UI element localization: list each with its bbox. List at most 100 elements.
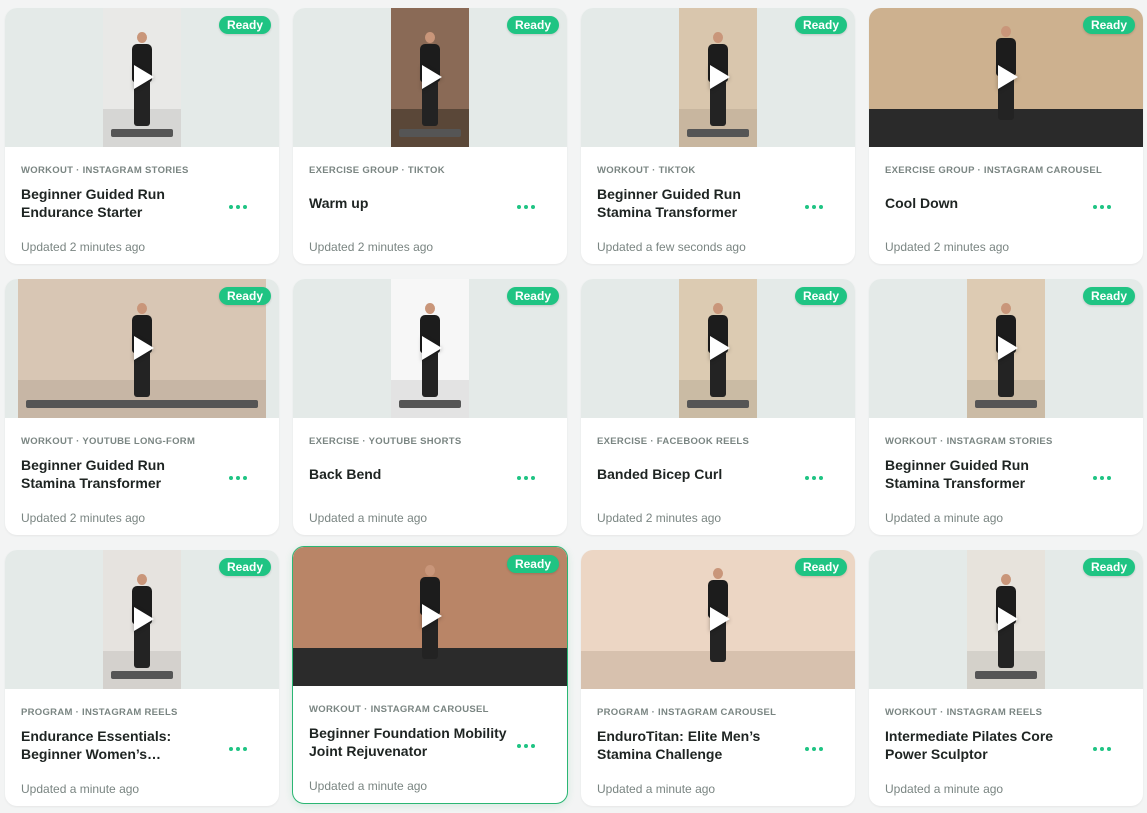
- play-icon[interactable]: [710, 607, 730, 631]
- athlete-head: [137, 32, 147, 43]
- play-icon[interactable]: [710, 336, 730, 360]
- video-thumbnail[interactable]: Ready: [5, 550, 279, 689]
- card-title-text: Back Bend: [309, 466, 382, 482]
- status-badge: Ready: [218, 16, 271, 34]
- more-options-icon[interactable]: [1091, 198, 1115, 209]
- video-thumbnail[interactable]: Ready: [581, 550, 855, 689]
- video-thumbnail[interactable]: Ready: [293, 279, 567, 418]
- more-options-icon[interactable]: [515, 469, 539, 480]
- play-icon[interactable]: [134, 65, 154, 89]
- content-card[interactable]: Ready WORKOUT · INSTAGRAM STORIES Beginner…: [869, 279, 1143, 535]
- more-options-icon[interactable]: [227, 198, 251, 209]
- content-card[interactable]: Ready WORKOUT · INSTAGRAM REELS Intermedia…: [869, 550, 1143, 806]
- status-badge: Ready: [794, 287, 847, 305]
- play-icon[interactable]: [710, 65, 730, 89]
- more-options-icon[interactable]: [227, 740, 251, 751]
- more-options-icon[interactable]: [227, 469, 251, 480]
- content-card[interactable]: Ready WORKOUT · INSTAGRAM CAROUSEL Beginne…: [292, 546, 568, 804]
- athlete-head: [713, 32, 723, 43]
- dot: [523, 475, 528, 480]
- content-card[interactable]: Ready PROGRAM · INSTAGRAM CAROUSEL EnduroT…: [581, 550, 855, 806]
- updated-timestamp: Updated a minute ago: [21, 782, 140, 796]
- card-category: WORKOUT · INSTAGRAM CAROUSEL: [309, 704, 489, 715]
- play-icon[interactable]: [134, 607, 154, 631]
- content-card[interactable]: Ready PROGRAM · INSTAGRAM REELS Endurance …: [5, 550, 279, 806]
- dot: [516, 475, 521, 480]
- video-thumbnail[interactable]: Ready: [869, 8, 1143, 147]
- dot: [804, 746, 809, 751]
- video-thumbnail[interactable]: Ready: [293, 8, 567, 147]
- play-icon[interactable]: [998, 336, 1018, 360]
- more-options-icon[interactable]: [803, 198, 827, 209]
- video-thumbnail[interactable]: Ready: [293, 547, 567, 686]
- dot: [818, 204, 823, 209]
- card-title-text: Beginner Guided Run Endurance Starter: [21, 186, 165, 220]
- dot: [516, 204, 521, 209]
- card-title-text: Beginner Guided Run Stamina Transformer: [597, 186, 741, 220]
- content-card[interactable]: Ready WORKOUT · TIKTOK Beginner Guided Run…: [581, 8, 855, 264]
- play-icon[interactable]: [998, 65, 1018, 89]
- dot: [235, 746, 240, 751]
- card-title-text: Endurance Essentials: Beginner Women’s…: [21, 728, 172, 762]
- content-card[interactable]: Ready EXERCISE · FACEBOOK REELS Banded Bic…: [581, 279, 855, 535]
- card-title: Beginner Guided Run Endurance Starter: [21, 183, 221, 223]
- more-options-icon[interactable]: [1091, 469, 1115, 480]
- card-title: Beginner Foundation Mobility Joint Rejuv…: [309, 722, 509, 762]
- dot: [242, 204, 247, 209]
- card-category: EXERCISE GROUP · INSTAGRAM CAROUSEL: [885, 165, 1103, 176]
- play-icon[interactable]: [998, 607, 1018, 631]
- play-icon[interactable]: [422, 65, 442, 89]
- play-icon[interactable]: [422, 604, 442, 628]
- card-category: WORKOUT · INSTAGRAM REELS: [885, 707, 1043, 718]
- card-category: EXERCISE · YOUTUBE SHORTS: [309, 436, 462, 447]
- dot: [1092, 204, 1097, 209]
- dot: [1106, 746, 1111, 751]
- content-card[interactable]: Ready EXERCISE · YOUTUBE SHORTS Back Bend U…: [293, 279, 567, 535]
- dot: [242, 746, 247, 751]
- exercise-mat: [111, 129, 173, 137]
- dot: [228, 475, 233, 480]
- more-options-icon[interactable]: [803, 469, 827, 480]
- play-icon[interactable]: [422, 336, 442, 360]
- card-title-text: Beginner Guided Run Stamina Transformer: [21, 457, 165, 491]
- exercise-mat: [975, 400, 1037, 408]
- card-title: Cool Down: [885, 183, 1085, 223]
- video-thumbnail[interactable]: Ready: [581, 8, 855, 147]
- card-title-text: Beginner Guided Run Stamina Transformer: [885, 457, 1029, 491]
- card-content: EXERCISE · FACEBOOK REELS Banded Bicep Cu…: [597, 418, 839, 535]
- status-badge: Ready: [218, 558, 271, 576]
- dot: [523, 743, 528, 748]
- more-options-icon[interactable]: [1091, 740, 1115, 751]
- play-icon[interactable]: [134, 336, 154, 360]
- dot: [818, 746, 823, 751]
- exercise-mat: [26, 400, 258, 408]
- updated-timestamp: Updated 2 minutes ago: [885, 240, 1010, 254]
- content-card[interactable]: Ready EXERCISE GROUP · TIKTOK Warm up Updat…: [293, 8, 567, 264]
- content-card[interactable]: Ready WORKOUT · INSTAGRAM STORIES Beginner…: [5, 8, 279, 264]
- updated-timestamp: Updated 2 minutes ago: [597, 511, 722, 525]
- card-title: Banded Bicep Curl: [597, 454, 797, 494]
- updated-timestamp: Updated a minute ago: [885, 511, 1004, 525]
- video-thumbnail[interactable]: Ready: [581, 279, 855, 418]
- video-thumbnail[interactable]: Ready: [869, 279, 1143, 418]
- more-options-icon[interactable]: [515, 198, 539, 209]
- athlete-head: [713, 303, 723, 314]
- content-card[interactable]: Ready EXERCISE GROUP · INSTAGRAM CAROUSEL…: [869, 8, 1143, 264]
- content-card[interactable]: Ready WORKOUT · YOUTUBE LONG-FORM Beginner…: [5, 279, 279, 535]
- card-category: WORKOUT · INSTAGRAM STORIES: [21, 165, 189, 176]
- card-title-text: Cool Down: [885, 195, 959, 211]
- video-thumbnail[interactable]: Ready: [5, 279, 279, 418]
- dot: [235, 204, 240, 209]
- dot: [804, 204, 809, 209]
- card-category: WORKOUT · TIKTOK: [597, 165, 696, 176]
- dot: [811, 204, 816, 209]
- dot: [530, 743, 535, 748]
- more-options-icon[interactable]: [515, 737, 539, 748]
- card-title: Endurance Essentials: Beginner Women’s…: [21, 725, 221, 765]
- card-title-text: Beginner Foundation Mobility Joint Rejuv…: [309, 725, 507, 759]
- dot: [818, 475, 823, 480]
- more-options-icon[interactable]: [803, 740, 827, 751]
- video-thumbnail[interactable]: Ready: [869, 550, 1143, 689]
- athlete-head: [1001, 26, 1011, 37]
- video-thumbnail[interactable]: Ready: [5, 8, 279, 147]
